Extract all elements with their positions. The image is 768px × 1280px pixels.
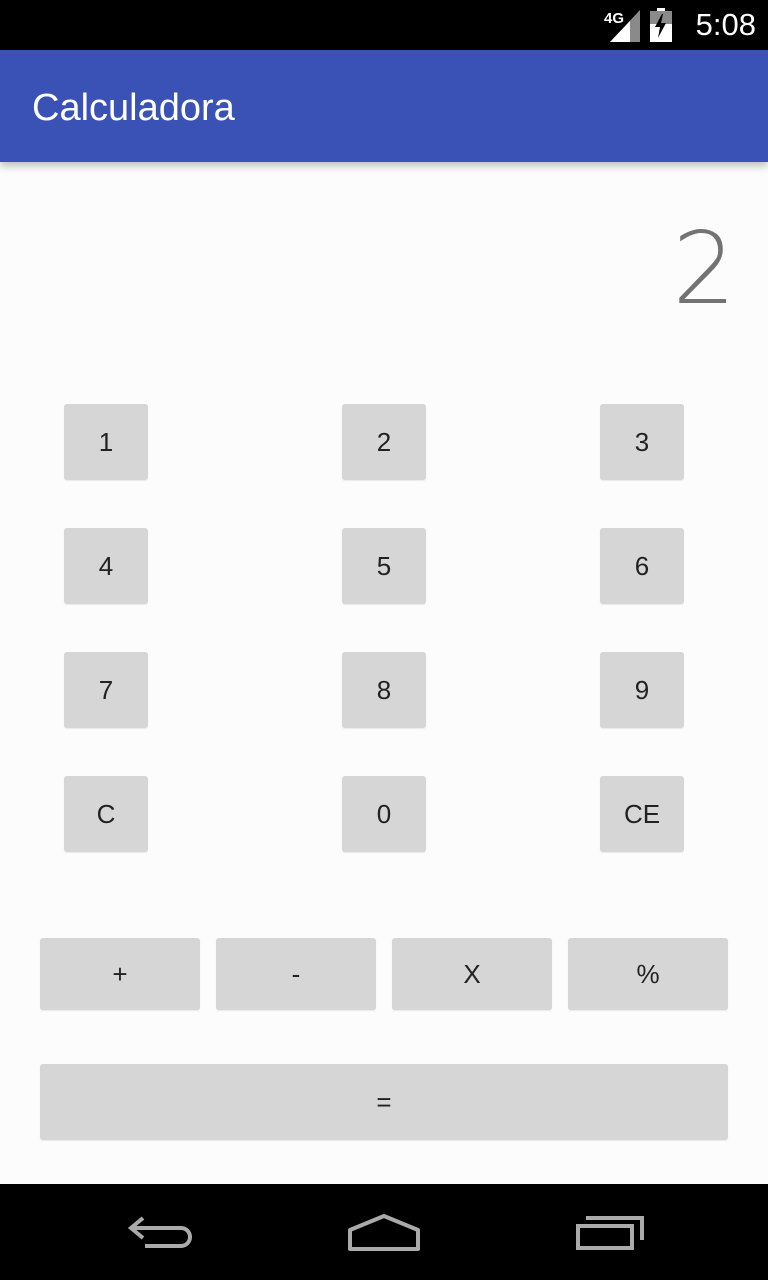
clock: 5:08 [695,7,756,42]
clear-button[interactable]: C [64,776,148,852]
minus-button[interactable]: - [216,938,376,1010]
navigation-bar [0,1184,768,1280]
clear-entry-button[interactable]: CE [600,776,684,852]
key-6-button[interactable]: 6 [600,528,684,604]
key-3-button[interactable]: 3 [600,404,684,480]
equals-button[interactable]: = [40,1064,728,1140]
key-7-button[interactable]: 7 [64,652,148,728]
key-2-button[interactable]: 2 [342,404,426,480]
app-title: Calculadora [32,87,235,129]
app-bar: Calculadora [0,50,768,162]
recent-apps-button[interactable] [560,1204,660,1260]
key-8-button[interactable]: 8 [342,652,426,728]
home-button[interactable] [334,1204,434,1260]
status-bar: 4G 5:08 [0,0,768,50]
key-9-button[interactable]: 9 [600,652,684,728]
plus-button[interactable]: + [40,938,200,1010]
back-icon [127,1216,192,1248]
multiply-button[interactable]: X [392,938,552,1010]
key-1-button[interactable]: 1 [64,404,148,480]
home-icon [348,1214,420,1251]
key-4-button[interactable]: 4 [64,528,148,604]
network-type-label: 4G [604,10,625,27]
result-display: 2 [672,210,736,327]
percent-button[interactable]: % [568,938,728,1010]
key-0-button[interactable]: 0 [342,776,426,852]
key-5-button[interactable]: 5 [342,528,426,604]
battery-charging-icon [650,8,672,42]
recent-apps-icon [576,1216,644,1250]
back-button[interactable] [110,1204,210,1260]
